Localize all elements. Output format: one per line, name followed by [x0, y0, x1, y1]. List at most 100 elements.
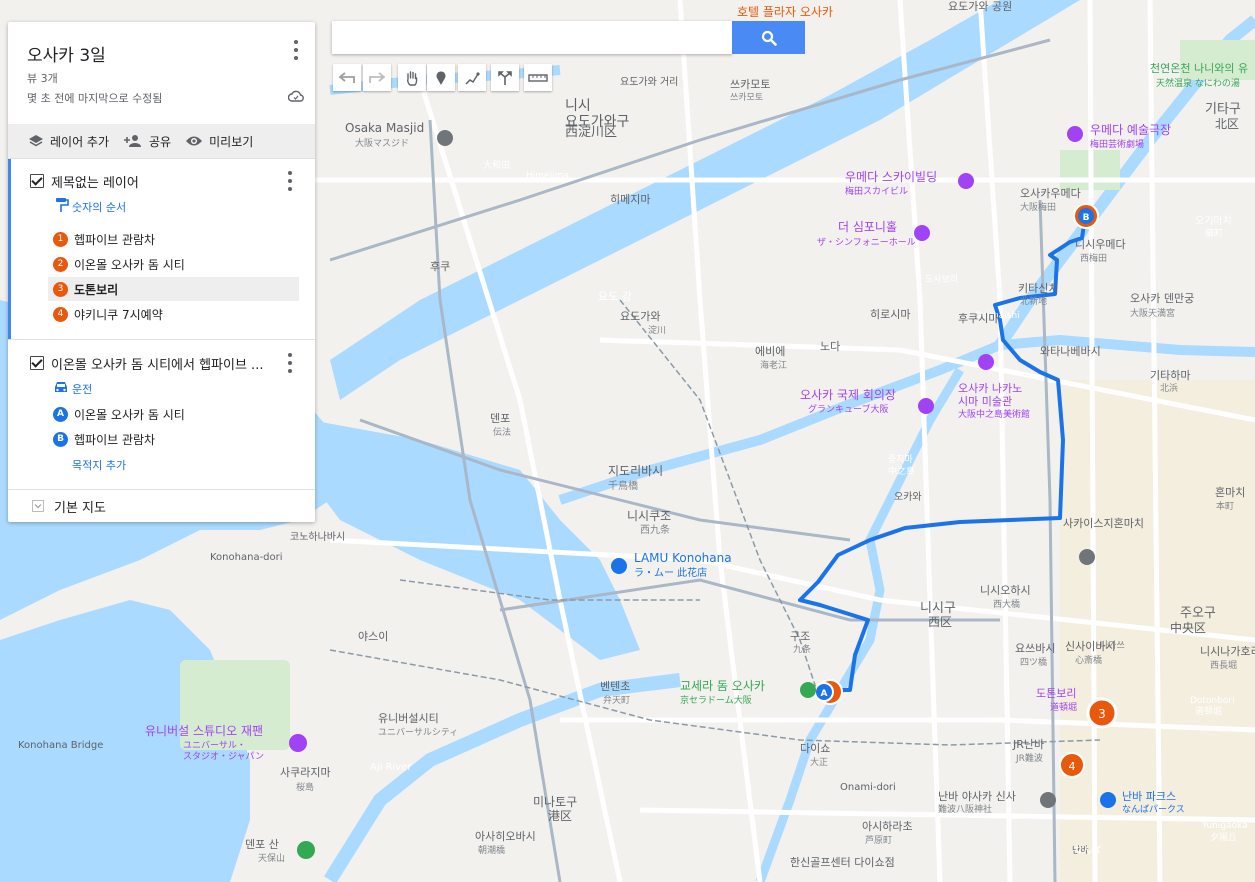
map-label-l05: 大和田	[483, 159, 510, 171]
map-label-l102: 혼마치	[1215, 486, 1245, 499]
hand-icon	[407, 70, 418, 86]
conference-center-poi-icon[interactable]	[918, 398, 934, 414]
layer-directions: 이온몰 오사카 돔 시티에서 헵파이브 ... 운전 A 이온몰 오사카 돔 시…	[8, 340, 315, 490]
marker-4-yakiniku[interactable]: 4	[1059, 752, 1085, 778]
marker-3-dotonbori[interactable]: 3	[1086, 697, 1118, 729]
marker-b-end[interactable]: B	[1073, 203, 1099, 229]
undo-button[interactable]	[333, 64, 361, 91]
layer2-title[interactable]: 이온몰 오사카 돔 시티에서 헵파이브 ...	[51, 354, 263, 373]
travel-mode-driving[interactable]: 운전	[72, 381, 92, 397]
search-button[interactable]	[732, 21, 805, 54]
map-label-l92: 北区	[1215, 117, 1239, 131]
preview-button[interactable]: 미리보기	[185, 133, 253, 150]
map-label-l88: 호텔 플라자 오사카	[737, 5, 833, 19]
share-button[interactable]: 공유	[123, 133, 171, 150]
svg-text:B: B	[1083, 213, 1090, 223]
map-label-l63: 道頓堀	[1050, 701, 1077, 713]
list-item-heppfive[interactable]: 1 헵파이브 관람차	[48, 227, 299, 251]
masjid-poi-icon[interactable]	[437, 130, 453, 146]
stop-letter-badge: A	[53, 406, 68, 422]
map-label-l114: 중지마	[888, 454, 914, 465]
map-label-l16: 후쿠	[430, 260, 450, 273]
add-destination-link[interactable]: 목적지 추가	[72, 457, 126, 473]
lamu-shop-poi-icon[interactable]	[611, 558, 627, 574]
add-marker-button[interactable]	[427, 64, 455, 91]
item-number-badge: 2	[53, 256, 68, 272]
map-label-l23: LAMU Konohana	[634, 551, 732, 565]
map-label-l02: 西淀川区	[565, 125, 617, 140]
map-label-l86: 니시우메다	[1075, 238, 1126, 251]
namba-parks-poi-icon[interactable]	[1100, 792, 1116, 808]
pan-tool-button[interactable]	[398, 64, 426, 91]
map-label-l38: 사쿠라지마	[280, 766, 331, 779]
map-options-kebab-icon[interactable]	[293, 40, 299, 60]
measure-button[interactable]	[524, 64, 552, 91]
layer1-options-kebab-icon[interactable]	[287, 171, 293, 191]
search-input[interactable]	[332, 21, 732, 54]
map-label-l69: 難波八阪神社	[938, 803, 992, 815]
museum-poi-icon[interactable]	[978, 354, 994, 370]
last-edited-text: 몇 초 전에 마지막으로 수정됨	[27, 92, 163, 105]
map-label-l49: 大正	[810, 756, 828, 768]
map-label-l52: 한신골프센터 다이쇼점	[790, 856, 895, 869]
symphony-hall-poi-icon[interactable]	[914, 225, 930, 241]
draw-line-button[interactable]	[458, 64, 486, 91]
map-label-l106: Yuhigaoka	[1201, 821, 1248, 831]
layer1-checkbox[interactable]	[30, 174, 44, 188]
map-label-l111: Onami-dori	[840, 782, 896, 793]
layer1-title[interactable]: 제목없는 레이어	[51, 172, 139, 191]
route-stop-a[interactable]: A 이온몰 오사카 돔 시티	[48, 402, 299, 426]
map-label-l94: 扇町	[1205, 227, 1223, 239]
redo-button[interactable]	[363, 64, 391, 91]
map-label-l115: 中之島	[888, 465, 915, 477]
add-layer-button[interactable]: 레이어 추가	[28, 133, 109, 150]
add-layer-label: 레이어 추가	[50, 134, 110, 149]
umeda-theater-poi-icon[interactable]	[1067, 126, 1083, 142]
kyocera-dome-poi-icon[interactable]	[800, 682, 816, 698]
route-stop-b[interactable]: B 헵파이브 관람차	[48, 427, 299, 451]
map-label-l25: 코노하나바시	[290, 530, 345, 543]
base-map-label: 기본 지도	[54, 500, 106, 516]
layer2-options-kebab-icon[interactable]	[287, 353, 293, 373]
ruler-icon	[528, 73, 548, 82]
namba-shrine-poi-icon[interactable]	[1079, 549, 1095, 565]
search-icon	[761, 30, 777, 46]
map-label-l15: 海老江	[760, 359, 787, 371]
base-map-toggle[interactable]: 기본 지도	[8, 490, 315, 522]
map-label-l65: JR難波	[1015, 752, 1043, 764]
map-label-l34: 유니버설시티	[378, 712, 439, 725]
map-label-l93: 오기마치	[1195, 215, 1232, 227]
map-label-l107: 夕陽丘	[1210, 831, 1237, 843]
item-number-badge: 4	[53, 306, 68, 322]
map-label-l99: 사카이스지혼마치	[1063, 517, 1144, 530]
map-label-l85: ザ・シンフォニーホール	[817, 237, 916, 248]
list-item-aeon[interactable]: 2 이온몰 오사카 돔 시티	[48, 252, 299, 276]
directions-button[interactable]	[491, 64, 519, 91]
paint-roller-icon[interactable]	[55, 197, 69, 213]
map-label-l35: ユニバーサルシティ	[378, 727, 458, 738]
map-label-l71: 大阪中之島美術館	[958, 408, 1030, 420]
usj-poi-icon[interactable]	[289, 734, 307, 752]
eye-icon	[186, 136, 203, 146]
map-title[interactable]: 오사카 3일	[27, 41, 106, 66]
map-label-l87: 西梅田	[1080, 252, 1107, 264]
map-label-l29: 九条	[793, 643, 811, 655]
map-label-l03: Osaka Masjid	[345, 121, 424, 135]
yasaka-shrine-poi-icon[interactable]	[1040, 792, 1056, 808]
list-item-yakiniku[interactable]: 4 야키니쿠 7시예약	[48, 302, 299, 326]
map-label-l09: 쓰카모토	[730, 78, 770, 91]
map-label-l100: 中央区	[1170, 620, 1206, 635]
layer2-checkbox[interactable]	[30, 356, 44, 370]
map-label-l73: グランキューブ大阪	[808, 403, 888, 415]
list-item-dotonbori[interactable]: 3 도톤보리	[48, 277, 299, 301]
map-label-l31: 京セラドーム大阪	[680, 694, 752, 706]
map-label-l08: 요도가와 거리	[620, 76, 678, 88]
tempozan-poi-icon[interactable]	[297, 841, 315, 859]
skybuilding-poi-icon[interactable]	[958, 173, 974, 189]
map-label-l98: 北浜	[1160, 383, 1178, 394]
map-label-l118: 요도가와 공원	[948, 0, 1012, 13]
layer1-style-link[interactable]: 숫자의 순서	[72, 199, 126, 215]
map-label-l44: 미나토구	[533, 795, 577, 809]
marker-a-start[interactable]: A	[814, 682, 834, 702]
map-label-l06: Himejima	[526, 171, 569, 181]
